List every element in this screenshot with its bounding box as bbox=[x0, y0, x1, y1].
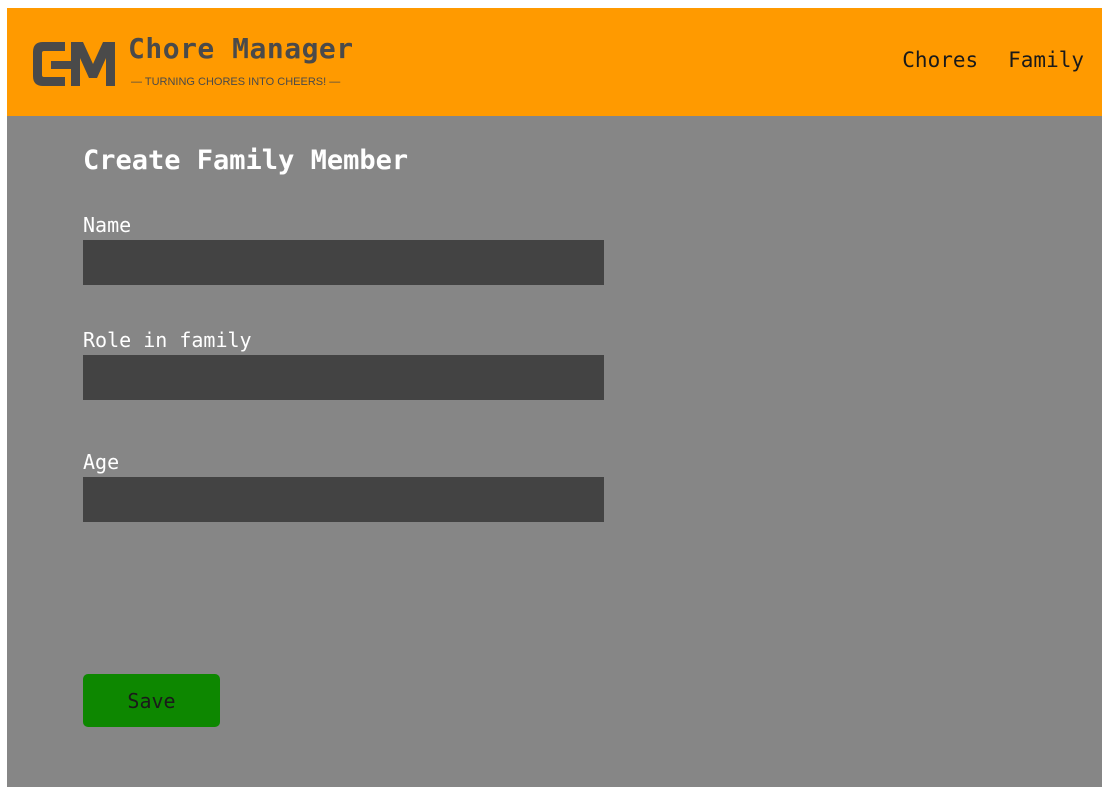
app-container: Chore Manager — TURNING CHORES INTO CHEE… bbox=[7, 8, 1102, 787]
age-label: Age bbox=[83, 450, 120, 474]
brand-title: Chore Manager bbox=[128, 32, 354, 65]
role-label: Role in family bbox=[83, 328, 252, 352]
nav-link-chores[interactable]: Chores bbox=[902, 48, 978, 72]
nav-link-family[interactable]: Family bbox=[1008, 48, 1084, 72]
page-title: Create Family Member bbox=[83, 145, 409, 176]
age-field[interactable] bbox=[83, 477, 604, 522]
main-nav: Chores Family bbox=[902, 48, 1084, 72]
name-field[interactable] bbox=[83, 240, 604, 285]
role-field[interactable] bbox=[83, 355, 604, 400]
cm-logo-icon[interactable] bbox=[31, 34, 131, 94]
app-header: Chore Manager — TURNING CHORES INTO CHEE… bbox=[7, 8, 1102, 116]
name-label: Name bbox=[83, 213, 132, 237]
save-button[interactable]: Save bbox=[83, 674, 220, 727]
brand-tagline: — TURNING CHORES INTO CHEERS! — bbox=[131, 76, 341, 88]
